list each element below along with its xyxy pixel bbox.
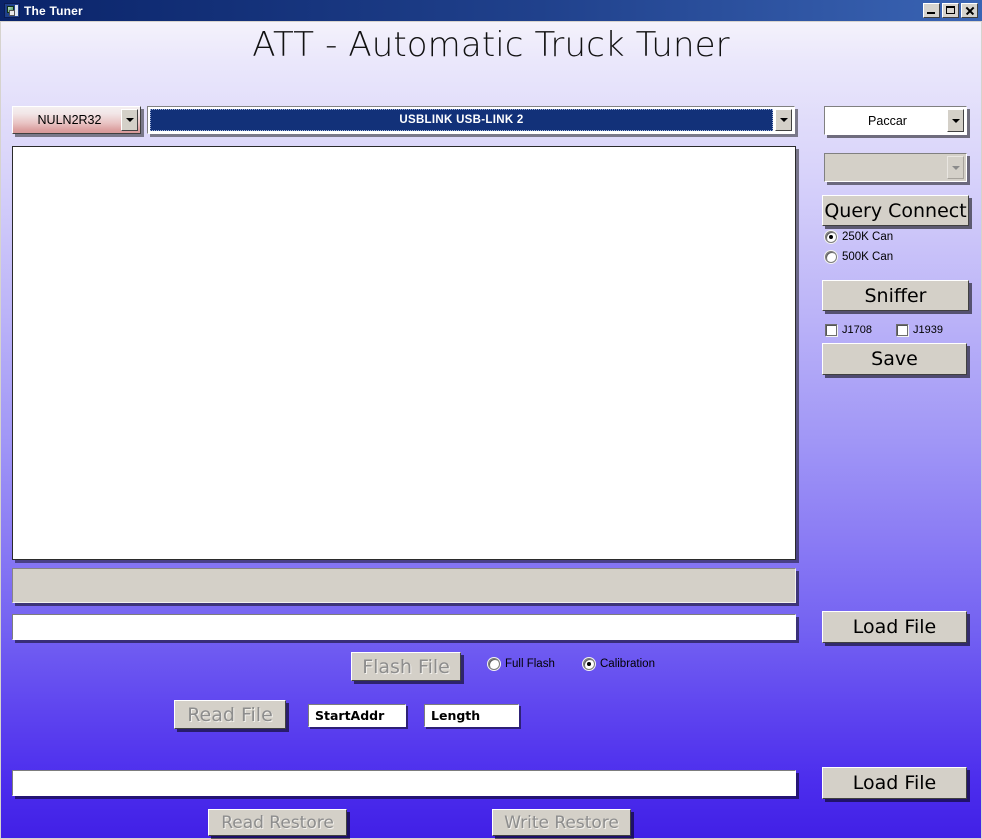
app-icon [4, 3, 20, 18]
radio-500k-can[interactable]: 500K Can [825, 251, 893, 263]
progress-bar [12, 568, 796, 603]
minimize-icon [927, 12, 935, 14]
radio-250k-can-label: 250K Can [842, 231, 894, 243]
page-title: ATT - Automatic Truck Tuner [252, 25, 730, 65]
radio-calibration-label: Calibration [600, 658, 655, 670]
radio-250k-can[interactable]: 250K Can [825, 231, 893, 243]
checkbox-j1939[interactable]: J1939 [896, 324, 943, 336]
title-bar: The Tuner [0, 0, 982, 21]
radio-full-flash[interactable]: Full Flash [488, 658, 555, 670]
window-title: The Tuner [24, 3, 83, 18]
radio-indicator [825, 251, 837, 263]
checkbox-j1708[interactable]: J1708 [825, 324, 872, 336]
radio-500k-can-label: 500K Can [842, 251, 894, 263]
radio-indicator [825, 231, 837, 243]
output-log-list[interactable] [12, 146, 796, 560]
flash-file-button[interactable]: Flash File [351, 652, 461, 681]
app-window: The Tuner ATT - Automatic Truck Tuner NU… [0, 0, 982, 839]
make-combo-value: Paccar [868, 113, 907, 128]
minimize-button[interactable] [923, 3, 940, 18]
flash-file-path-input[interactable] [12, 614, 796, 640]
chevron-down-icon[interactable] [121, 109, 138, 131]
secondary-combo[interactable] [824, 153, 967, 182]
start-addr-field[interactable]: StartAddr [308, 704, 406, 727]
checkbox-indicator [896, 324, 908, 336]
window-controls [923, 3, 980, 18]
query-connect-button[interactable]: Query Connect [822, 195, 969, 226]
save-button[interactable]: Save [822, 343, 967, 375]
read-file-button[interactable]: Read File [174, 700, 286, 729]
maximize-button[interactable] [942, 3, 959, 18]
radio-indicator [488, 658, 500, 670]
maximize-icon [946, 6, 955, 14]
load-flash-file-button[interactable]: Load File [822, 611, 967, 643]
chevron-down-icon[interactable] [947, 156, 964, 179]
read-restore-button[interactable]: Read Restore [208, 809, 347, 836]
radio-indicator [583, 658, 595, 670]
device-combo-selection: USBLINK USB-LINK 2 [150, 109, 773, 131]
radio-calibration[interactable]: Calibration [583, 658, 655, 670]
checkbox-j1939-label: J1939 [913, 324, 943, 336]
checkbox-j1708-label: J1708 [842, 324, 872, 336]
restore-file-path-input[interactable] [12, 770, 796, 796]
checkbox-indicator [825, 324, 837, 336]
chevron-down-icon[interactable] [947, 109, 964, 132]
make-combo[interactable]: Paccar [824, 106, 967, 135]
model-combo[interactable]: NULN2R32 [12, 106, 141, 134]
device-combo-value: USBLINK USB-LINK 2 [399, 114, 524, 126]
write-restore-button[interactable]: Write Restore [492, 809, 631, 836]
device-combo[interactable]: USBLINK USB-LINK 2 [147, 106, 795, 134]
load-restore-file-button[interactable]: Load File [822, 767, 967, 799]
length-field[interactable]: Length [424, 704, 519, 727]
radio-full-flash-label: Full Flash [505, 658, 555, 670]
chevron-down-icon[interactable] [775, 109, 792, 131]
model-combo-value: NULN2R32 [37, 113, 102, 127]
close-button[interactable] [961, 3, 978, 18]
sniffer-button[interactable]: Sniffer [822, 280, 969, 311]
client-area: ATT - Automatic Truck Tuner NULN2R32 USB… [1, 22, 981, 838]
